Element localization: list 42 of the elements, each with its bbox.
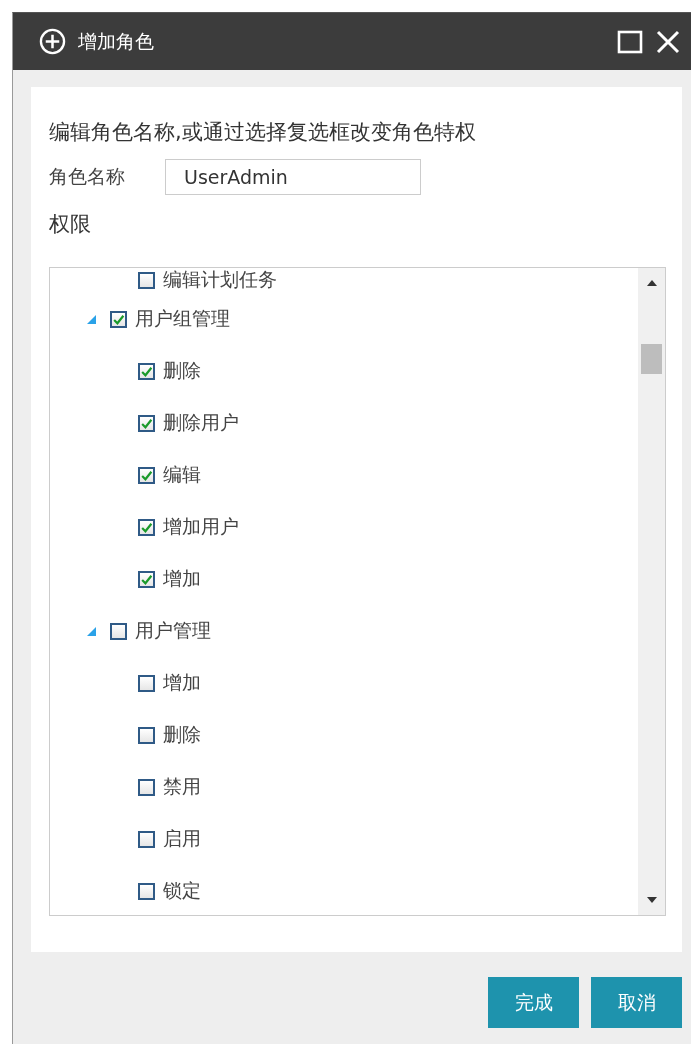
tree-item-label[interactable]: 启用 <box>163 826 201 852</box>
tree-item-label[interactable]: 锁定 <box>163 878 201 904</box>
expanded-triangle-icon[interactable] <box>86 626 96 636</box>
tree-item-label[interactable]: 删除用户 <box>163 410 239 436</box>
checkbox[interactable] <box>138 362 155 380</box>
tree-item-label[interactable]: 编辑计划任务 <box>163 268 277 293</box>
scroll-up-icon[interactable] <box>646 280 657 286</box>
checkbox[interactable] <box>110 310 127 328</box>
add-circle-icon <box>39 28 66 55</box>
expanded-triangle-icon[interactable] <box>86 314 96 324</box>
checkbox[interactable] <box>138 518 155 536</box>
scrollbar-thumb[interactable] <box>641 344 662 374</box>
maximize-icon[interactable] <box>617 28 643 55</box>
checkbox[interactable] <box>138 466 155 484</box>
checkbox[interactable] <box>138 271 155 289</box>
checkbox[interactable] <box>138 414 155 432</box>
tree-item-label[interactable]: 删除 <box>163 722 201 748</box>
tree-item-label[interactable]: 增加 <box>163 566 201 592</box>
tree-item-label[interactable]: 增加 <box>163 670 201 696</box>
tree-item-label[interactable]: 用户组管理 <box>135 306 230 332</box>
checkbox[interactable] <box>138 778 155 796</box>
window-title: 增加角色 <box>78 28 154 54</box>
tree-item-label[interactable]: 增加用户 <box>163 514 239 540</box>
permissions-label: 权限 <box>49 211 92 238</box>
tree-item-label[interactable]: 用户管理 <box>135 618 211 644</box>
checkbox[interactable] <box>110 622 127 640</box>
instructions-text: 编辑角色名称,或通过选择复选框改变角色特权 <box>49 119 477 146</box>
tree-item-label[interactable]: 删除 <box>163 358 201 384</box>
dialog-button[interactable]: 取消 <box>591 977 682 1028</box>
scroll-down-icon[interactable] <box>646 897 657 903</box>
checkbox[interactable] <box>138 570 155 588</box>
checkbox[interactable] <box>138 674 155 692</box>
close-icon[interactable] <box>655 28 681 55</box>
tree-item-label[interactable]: 禁用 <box>163 774 201 800</box>
checkbox[interactable] <box>138 882 155 900</box>
checkbox[interactable] <box>138 830 155 848</box>
tree-item-label[interactable]: 编辑 <box>163 462 201 488</box>
checkbox[interactable] <box>138 726 155 744</box>
role-name-field[interactable]: UserAdmin <box>165 159 421 195</box>
scrollbar[interactable] <box>638 268 665 915</box>
dialog-button[interactable]: 完成 <box>488 977 579 1028</box>
role-name-label: 角色名称 <box>49 164 125 189</box>
